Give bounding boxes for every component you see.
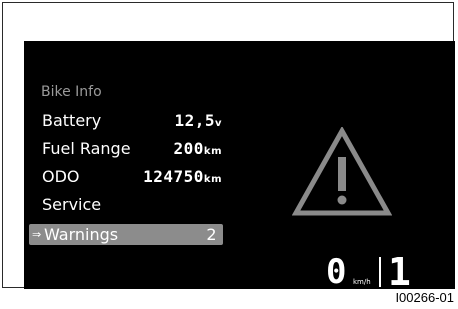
menu-item-label: Warnings — [44, 225, 119, 244]
menu-item-service[interactable]: Service — [42, 194, 222, 216]
fuel-range-value: 200km — [173, 139, 222, 158]
warnings-count: 2 — [206, 225, 217, 244]
battery-value: 12,5v — [174, 111, 222, 130]
figure-id: I00266-01 — [395, 290, 454, 305]
menu-item-warnings[interactable]: ⇒ Warnings 2 — [29, 224, 223, 245]
menu-item-fuel-range[interactable]: Fuel Range 200km — [42, 138, 222, 160]
odo-value: 124750km — [143, 167, 222, 186]
figure-frame: Bike Info Battery 12,5v Fuel Range 200km… — [2, 2, 455, 294]
speed-unit: km/h — [353, 278, 371, 286]
menu-item-label: ODO — [42, 167, 80, 186]
menu-item-label: Battery — [42, 111, 102, 130]
selection-arrow-icon: ⇒ — [32, 228, 42, 241]
menu-item-odo[interactable]: ODO 124750km — [42, 166, 222, 188]
menu-item-label: Fuel Range — [42, 139, 131, 158]
gear-divider — [379, 257, 381, 287]
menu-heading: Bike Info — [41, 84, 102, 100]
gear-indicator: 1 — [388, 250, 411, 294]
dashboard-screen: Bike Info Battery 12,5v Fuel Range 200km… — [24, 41, 455, 294]
menu-item-label: Service — [42, 195, 102, 214]
menu-item-battery[interactable]: Battery 12,5v — [42, 110, 222, 132]
warning-triangle-icon — [292, 127, 392, 216]
speed-value: 0 — [326, 252, 347, 292]
